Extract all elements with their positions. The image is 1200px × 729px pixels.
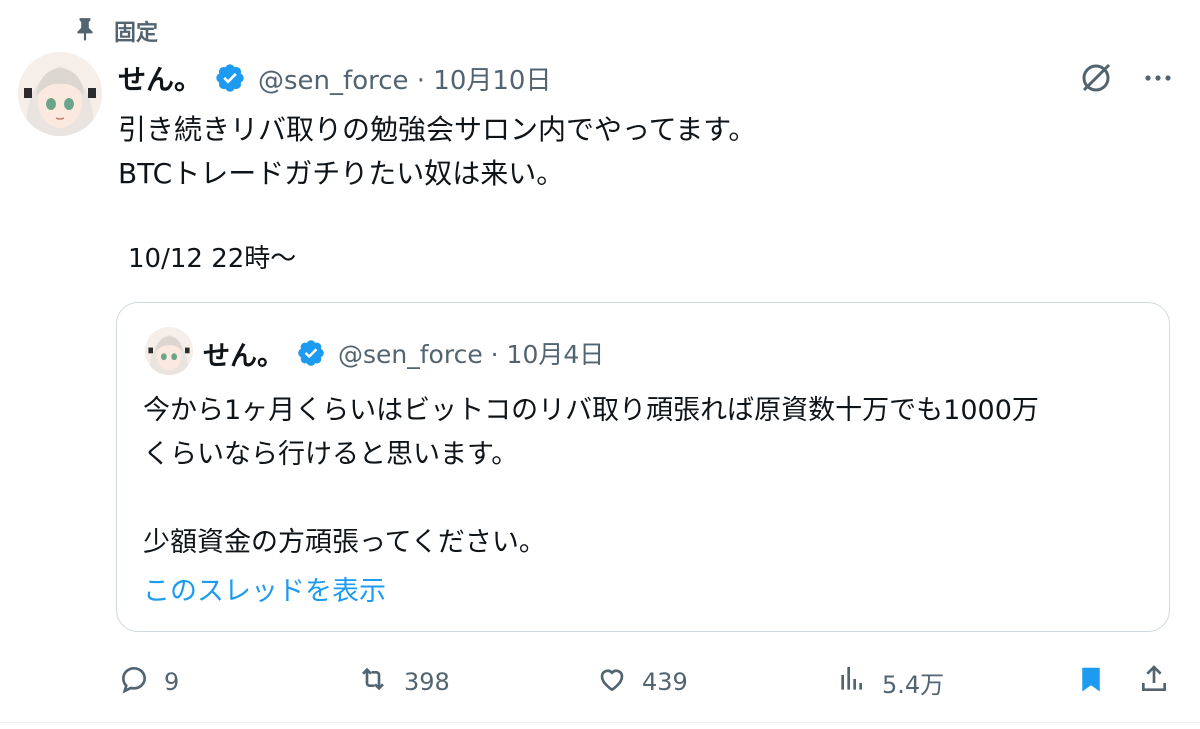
reply-button[interactable]: 9 <box>118 652 179 712</box>
quoted-text-line: 今から1ヶ月くらいはビットコのリバ取り頑張れば原資数十万でも1000万 <box>143 395 1039 426</box>
verified-badge-icon <box>296 338 326 368</box>
post-text-line: 引き続きリバ取りの勉強会サロン内でやってます。 <box>118 113 757 146</box>
post-text-line: BTCトレードガチりたい奴は来い。 <box>118 157 565 190</box>
bookmark-button[interactable] <box>1076 652 1106 712</box>
repost-icon <box>356 663 390 701</box>
view-count: 5.4万 <box>882 670 945 699</box>
pinned-indicator: 固定 <box>72 14 158 48</box>
share-icon <box>1138 663 1170 701</box>
quoted-text-line <box>143 477 1039 521</box>
reply-icon <box>118 663 150 701</box>
more-options-icon[interactable] <box>1142 62 1174 98</box>
bookmark-icon <box>1076 662 1106 702</box>
quoted-avatar[interactable] <box>145 327 193 375</box>
heart-icon <box>596 663 628 701</box>
handle-and-date[interactable]: @sen_force · 10月10日 <box>258 60 551 97</box>
grok-icon[interactable] <box>1078 60 1114 100</box>
share-button[interactable] <box>1138 652 1170 712</box>
quoted-text-line: 少額資金の方頑張ってください。 <box>143 527 546 558</box>
quoted-post[interactable]: せん。 @sen_force · 10月4日 今から1ヶ月くらいはビットコのリバ… <box>116 302 1170 632</box>
reply-count: 9 <box>164 668 180 696</box>
views-button[interactable]: 5.4万 <box>836 652 944 712</box>
quoted-text-line: くらいなら行けると思います。 <box>143 439 519 470</box>
like-count: 439 <box>642 668 688 696</box>
author-name[interactable]: せん。 <box>118 58 202 98</box>
event-time: 10/12 22時〜 <box>128 244 297 274</box>
repost-button[interactable]: 398 <box>356 652 450 712</box>
quoted-handle-and-date[interactable]: @sen_force · 10月4日 <box>338 335 604 371</box>
pinned-label: 固定 <box>114 21 159 46</box>
post-top-actions <box>1078 60 1174 100</box>
post-text: 引き続きリバ取りの勉強会サロン内でやってます。 BTCトレードガチりたい奴は来い。 <box>118 108 756 196</box>
quoted-author-name[interactable]: せん。 <box>203 334 284 373</box>
bottom-divider <box>0 722 1200 723</box>
analytics-icon <box>836 663 868 701</box>
quoted-text: 今から1ヶ月くらいはビットコのリバ取り頑張れば原資数十万でも1000万 くらいなら… <box>143 389 1039 565</box>
action-bar: 9 398 439 5.4万 <box>0 652 1200 712</box>
avatar[interactable] <box>18 52 102 136</box>
pin-icon <box>72 14 98 48</box>
verified-badge-icon <box>214 62 246 94</box>
show-thread-link[interactable]: このスレッドを表示 <box>143 569 386 608</box>
post-header: せん。 @sen_force · 10月10日 <box>118 56 551 100</box>
repost-count: 398 <box>404 668 450 696</box>
quoted-header: せん。 @sen_force · 10月4日 <box>203 331 604 375</box>
like-button[interactable]: 439 <box>596 652 688 712</box>
